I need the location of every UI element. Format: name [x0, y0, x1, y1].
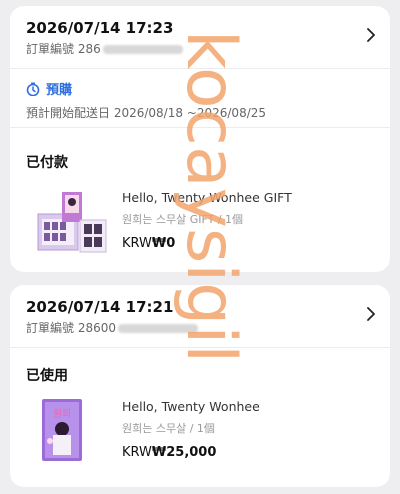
chevron-right-icon[interactable]	[366, 28, 376, 42]
order-status: 已使用	[26, 368, 68, 384]
price-currency: KRW	[122, 236, 152, 251]
svg-text:원희: 원희	[53, 408, 71, 420]
order-number-redacted	[102, 45, 183, 54]
order-header[interactable]: 2026/07/14 17:21 訂單編號 28600	[10, 285, 390, 348]
order-item[interactable]: 원희 Hello, Twenty Wonhee 원희는 스무살 / 1個 KRW…	[36, 395, 260, 467]
item-price: KRW₩0	[122, 236, 292, 251]
order-card-2[interactable]: 2026/07/14 17:21 訂單編號 28600 已使用 원희 Hello…	[10, 285, 390, 487]
item-option: 원희는 스무살 / 1個	[122, 422, 215, 435]
order-number-label: 訂單編號	[26, 42, 75, 56]
item-option: 원희는 스무살 GIFT / 1個	[122, 213, 244, 226]
order-number: 訂單編號 28600	[26, 319, 199, 336]
order-number-value: 286	[77, 42, 101, 56]
item-name: Hello, Twenty Wonhee GIFT	[122, 190, 292, 205]
preorder-label: 預購	[46, 83, 73, 98]
order-number-value: 28600	[77, 321, 117, 335]
chevron-right-icon[interactable]	[366, 307, 376, 321]
product-thumbnail	[36, 186, 108, 258]
preorder-section: 預購 預計開始配送日 2026/08/18 ~2026/08/25	[10, 69, 390, 128]
order-number: 訂單編號 286	[26, 40, 183, 57]
order-number-label: 訂單編號	[26, 321, 75, 335]
order-datetime: 2026/07/14 17:21	[26, 298, 174, 316]
order-card-1[interactable]: 2026/07/14 17:23 訂單編號 286 預購 預計開始配送日 202…	[10, 6, 390, 272]
product-thumbnail: 원희	[36, 395, 108, 467]
item-price: KRW₩25,000	[122, 445, 260, 460]
clock-icon	[26, 82, 40, 96]
price-currency: KRW	[122, 445, 152, 460]
price-amount: ₩0	[151, 236, 176, 251]
order-datetime: 2026/07/14 17:23	[26, 19, 174, 37]
preorder-dates: 預計開始配送日 2026/08/18 ~2026/08/25	[26, 106, 267, 120]
order-header[interactable]: 2026/07/14 17:23 訂單編號 286	[10, 6, 390, 69]
order-item[interactable]: Hello, Twenty Wonhee GIFT 원희는 스무살 GIFT /…	[36, 186, 292, 258]
item-name: Hello, Twenty Wonhee	[122, 399, 260, 414]
price-amount: ₩25,000	[151, 445, 217, 460]
order-number-redacted	[118, 324, 199, 333]
order-status: 已付款	[26, 155, 68, 171]
